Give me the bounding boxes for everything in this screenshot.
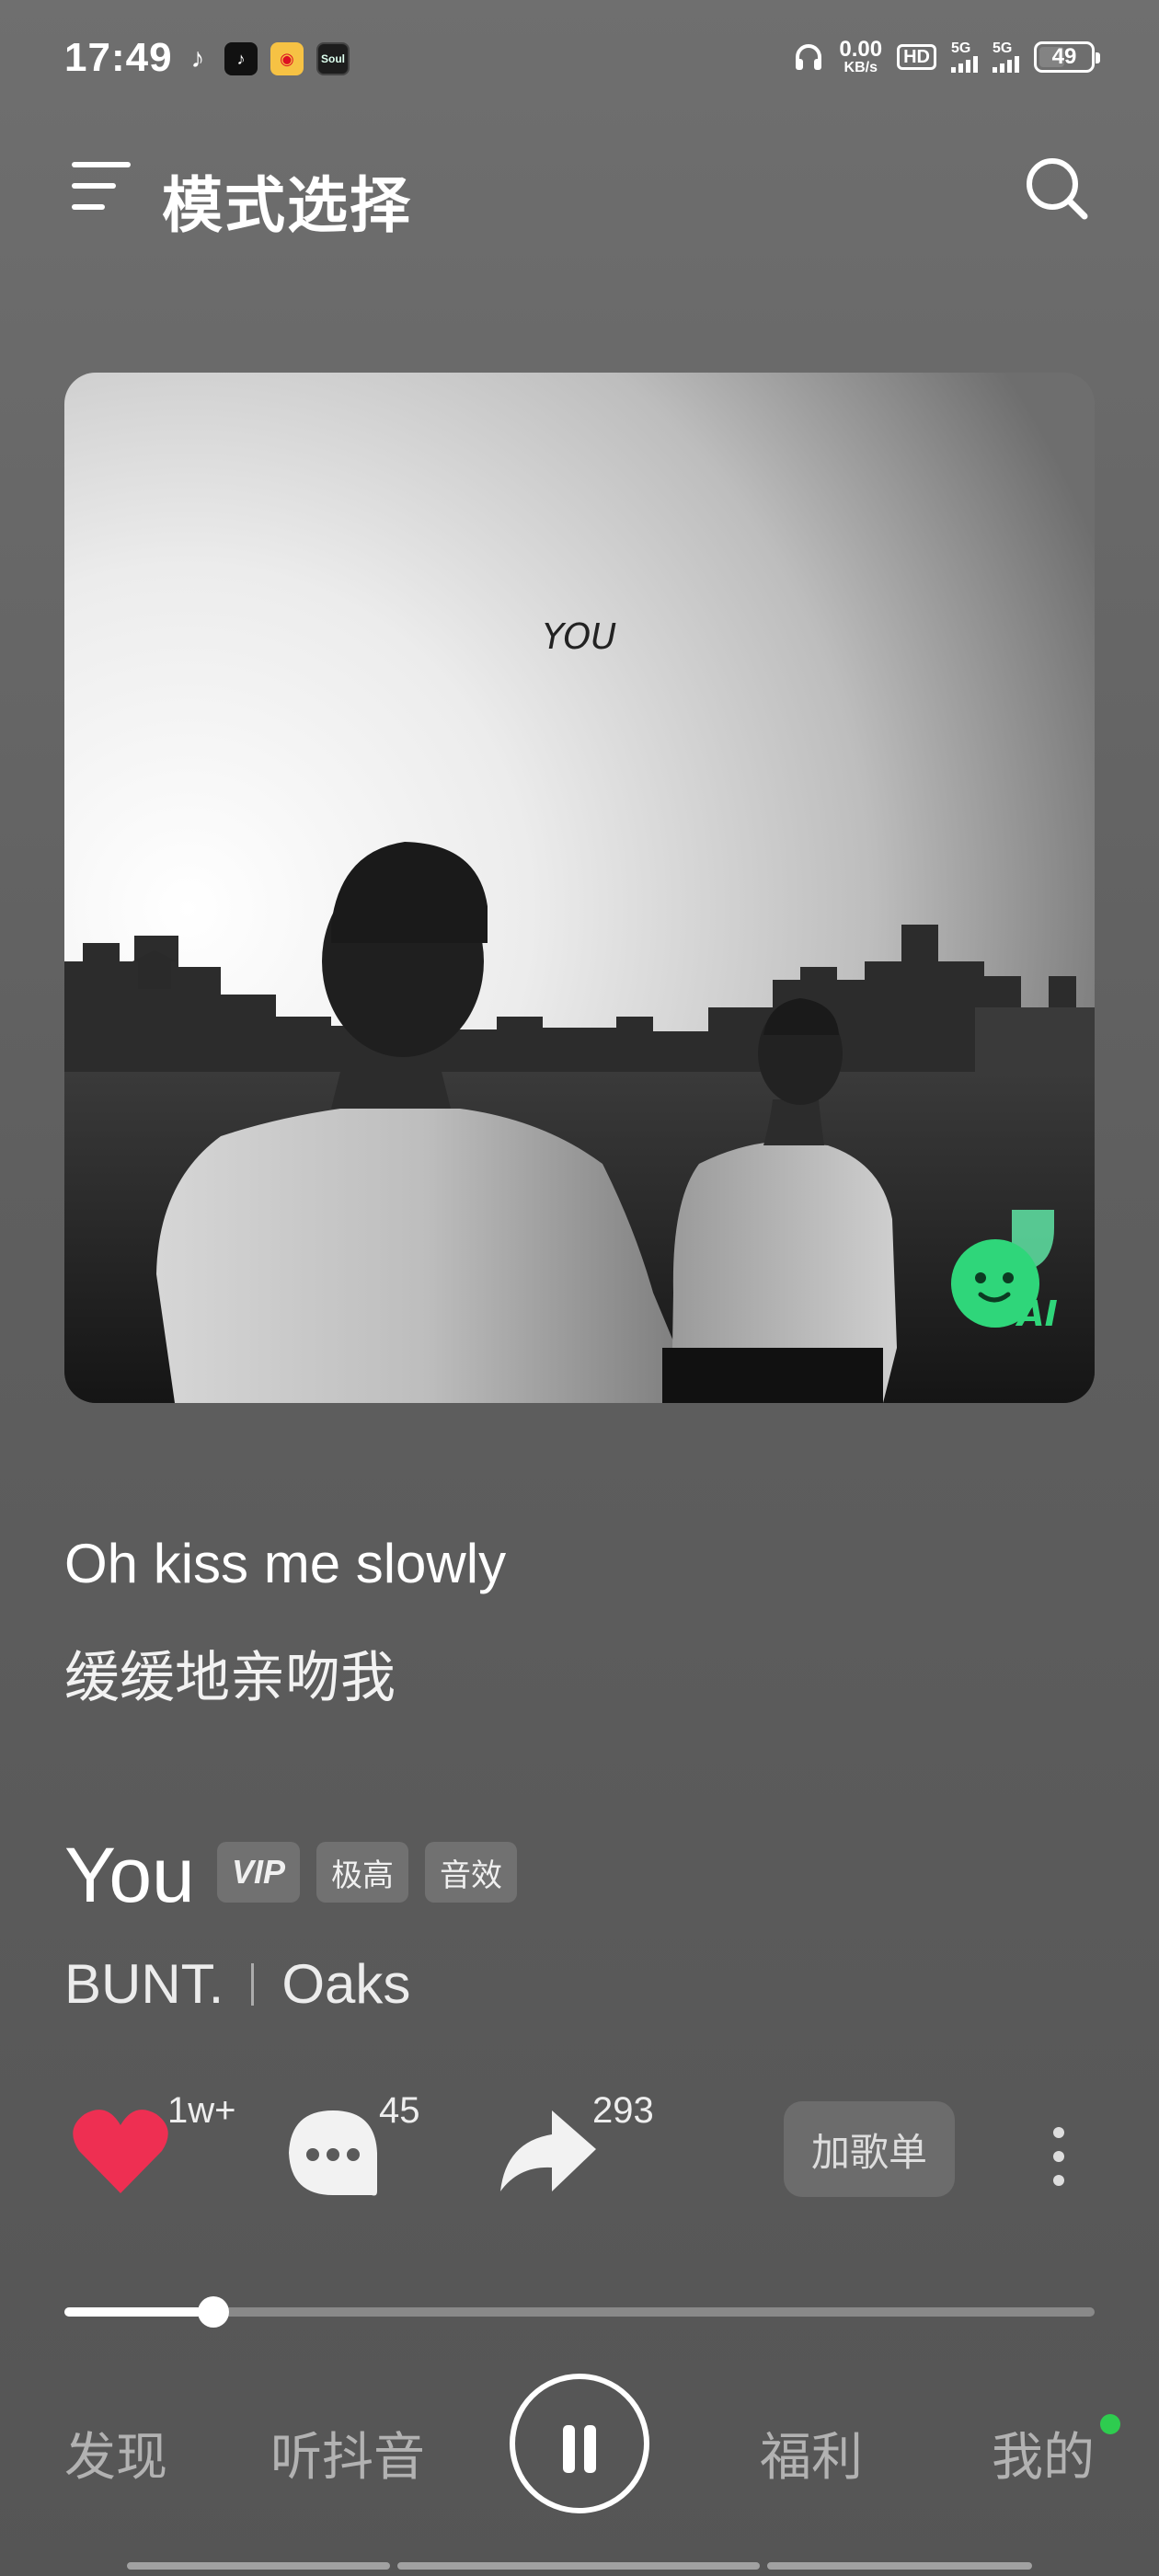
status-app-icons: ♪ ♪ ◉ Soul [184, 42, 350, 75]
signal-sim1: 5G [951, 41, 978, 73]
share-icon [500, 2110, 596, 2191]
comment-count: 45 [379, 2090, 420, 2131]
add-to-playlist-button[interactable]: 加歌单 [784, 2101, 955, 2197]
like-button[interactable]: 1w+ [70, 2090, 236, 2203]
heart-icon [73, 2110, 168, 2193]
comment-button[interactable]: 45 [285, 2090, 420, 2203]
sound-effect-tag[interactable]: 音效 [425, 1842, 518, 1903]
more-options-icon[interactable] [1049, 2120, 1067, 2193]
status-bar: 17:49 ♪ ♪ ◉ Soul 0.00 KB/s HD 5G 5G 49 [0, 0, 1159, 120]
status-time: 17:49 [64, 35, 173, 80]
signal-bars-icon [993, 56, 1019, 73]
battery-icon: 49 [1034, 41, 1100, 73]
notification-dot [1100, 2414, 1120, 2434]
nav-listen-douyin[interactable]: 听抖音 [270, 2416, 425, 2490]
album-cover[interactable]: YOU AI [64, 373, 1095, 1403]
headphones-icon [796, 44, 822, 70]
song-title[interactable]: You [64, 1831, 195, 1920]
like-count: 1w+ [167, 2090, 236, 2131]
music-note-icon: ♪ [190, 43, 205, 74]
pause-button[interactable] [510, 2374, 649, 2513]
nav-discover[interactable]: 发现 [64, 2416, 167, 2490]
quality-tag[interactable]: 极高 [316, 1842, 409, 1903]
action-row: 1w+ 45 293 加歌单 [0, 2061, 1159, 2208]
progress-bar[interactable] [64, 2296, 1095, 2328]
signal-bars-icon [951, 56, 978, 73]
header: 模式选择 [0, 138, 1159, 239]
comment-icon [289, 2110, 377, 2196]
music-player-screen: 17:49 ♪ ♪ ◉ Soul 0.00 KB/s HD 5G 5G 49 模… [0, 0, 1159, 2576]
network-speed: 0.00 KB/s [839, 37, 883, 75]
artist-name[interactable]: BUNT. [64, 1952, 224, 2016]
hd-badge: HD [897, 44, 936, 70]
search-icon[interactable] [1023, 155, 1091, 223]
weibo-icon: ◉ [270, 42, 304, 75]
lyric-line-translation[interactable]: 缓缓地亲吻我 [64, 1633, 396, 1713]
status-indicators: 0.00 KB/s HD 5G 5G 49 [793, 37, 1100, 75]
lyric-line-current[interactable]: Oh kiss me slowly [64, 1532, 506, 1595]
battery-level: 49 [1051, 44, 1077, 69]
song-tags: VIP 极高 音效 [217, 1842, 518, 1903]
ai-badge-label: AI [1015, 1294, 1058, 1333]
progress-fill [64, 2307, 214, 2317]
ai-assistant-icon[interactable]: AI [933, 1204, 1061, 1333]
album-cover-text: YOU [543, 616, 616, 657]
artists: BUNT. Oaks [64, 1952, 410, 2016]
douyin-icon: ♪ [224, 42, 258, 75]
artist-separator [251, 1962, 255, 2006]
menu-icon[interactable] [72, 158, 131, 213]
bottom-nav: 发现 听抖音 福利 我的 [0, 2374, 1159, 2521]
nav-welfare[interactable]: 福利 [760, 2416, 863, 2490]
share-count: 293 [592, 2090, 654, 2131]
progress-thumb[interactable] [198, 2296, 230, 2328]
gesture-bar[interactable] [127, 2562, 1032, 2570]
share-button[interactable]: 293 [497, 2090, 654, 2203]
soul-icon: Soul [316, 42, 350, 75]
page-title[interactable]: 模式选择 [162, 156, 412, 245]
artist-name[interactable]: Oaks [281, 1952, 410, 2016]
pause-icon [563, 2425, 575, 2473]
nav-mine[interactable]: 我的 [992, 2416, 1095, 2490]
signal-sim2: 5G [993, 41, 1019, 73]
vip-tag[interactable]: VIP [217, 1842, 301, 1903]
